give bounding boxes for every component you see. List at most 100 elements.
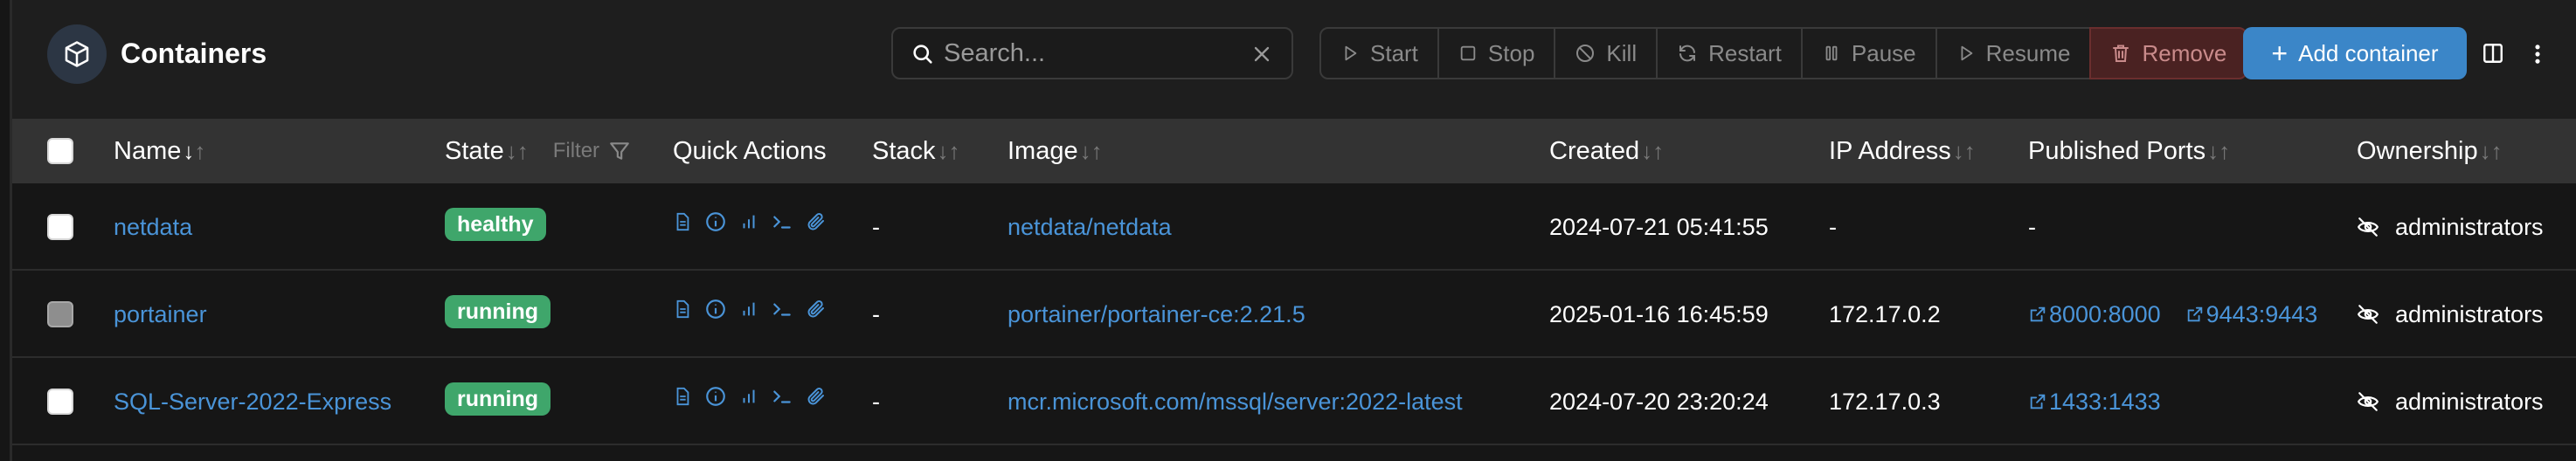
column-created-label: Created (1549, 137, 1640, 165)
column-created[interactable]: Created ↓↑ (1549, 134, 1664, 168)
image-link[interactable]: netdata/netdata (1008, 211, 1172, 243)
logs-icon[interactable] (673, 210, 692, 233)
resume-label: Resume (1985, 39, 2071, 66)
search-input[interactable] (944, 36, 1241, 71)
page-title: Containers (121, 38, 267, 69)
start-button[interactable]: Start (1319, 27, 1439, 79)
ip-value: - (1829, 214, 1837, 240)
column-quick-actions: Quick Actions (673, 134, 827, 168)
sort-icon[interactable]: ↓↑ (2480, 134, 2503, 168)
column-quick-actions-label: Quick Actions (673, 137, 827, 165)
ip-value: 172.17.0.3 (1829, 389, 1941, 415)
ownership-value: administrators (2357, 211, 2544, 243)
console-icon[interactable] (771, 298, 793, 320)
external-link-icon (2030, 394, 2046, 409)
remove-button[interactable]: Remove (2089, 27, 2248, 79)
state-filter[interactable]: Filter (553, 134, 631, 168)
table-row: netdata healthy - netdata/netdata 2024-0… (12, 183, 2576, 271)
console-icon[interactable] (771, 385, 793, 408)
kill-button[interactable]: Kill (1554, 27, 1658, 79)
stats-icon[interactable] (739, 385, 758, 408)
kill-label: Kill (1606, 39, 1638, 66)
pause-button[interactable]: Pause (1800, 27, 1937, 79)
pause-icon (1825, 45, 1838, 61)
status-badge: running (445, 382, 551, 416)
attach-icon[interactable] (806, 210, 827, 233)
created-value: 2025-01-16 16:45:59 (1549, 301, 1769, 327)
stats-icon[interactable] (739, 298, 758, 320)
sort-icon[interactable]: ↓↑ (2207, 134, 2230, 168)
image-link[interactable]: mcr.microsoft.com/mssql/server:2022-late… (1008, 386, 1463, 417)
filter-icon (610, 142, 629, 160)
image-link[interactable]: portainer/portainer-ce:2.21.5 (1008, 299, 1305, 330)
port-link[interactable]: 8000:8000 (2028, 299, 2161, 330)
attach-icon[interactable] (806, 298, 827, 320)
search-box (891, 27, 1293, 79)
sort-icon[interactable]: ↓↑ (938, 134, 960, 168)
sort-icon[interactable]: ↓↑ (1953, 134, 1976, 168)
more-options-icon[interactable] (2529, 42, 2546, 66)
resume-button[interactable]: Resume (1935, 27, 2092, 79)
inspect-icon[interactable] (704, 385, 727, 408)
play-icon (1345, 45, 1357, 61)
stop-button[interactable]: Stop (1437, 27, 1556, 79)
plus-icon: + (2271, 38, 2289, 69)
port-label: 8000:8000 (2049, 301, 2161, 327)
ownership-label: administrators (2395, 301, 2544, 327)
container-name-link[interactable]: netdata (114, 211, 192, 243)
port-link[interactable]: 1433:1433 (2028, 386, 2161, 417)
column-state[interactable]: State ↓↑ Filter (445, 134, 631, 168)
container-name-link[interactable]: SQL-Server-2022-Express (114, 386, 391, 417)
eye-off-icon (2357, 217, 2379, 237)
add-container-button[interactable]: + Add container (2243, 27, 2467, 79)
restart-button[interactable]: Restart (1656, 27, 1803, 79)
add-container-label: Add container (2298, 39, 2439, 66)
eye-off-icon (2357, 392, 2379, 411)
attach-icon[interactable] (806, 385, 827, 408)
column-ip-address[interactable]: IP Address ↓↑ (1829, 134, 1976, 168)
inspect-icon[interactable] (704, 210, 727, 233)
column-image[interactable]: Image ↓↑ (1008, 134, 1103, 168)
logs-icon[interactable] (673, 385, 692, 408)
row-checkbox-disabled (47, 301, 73, 327)
eye-off-icon (2357, 305, 2379, 324)
select-all-checkbox[interactable] (47, 138, 73, 164)
column-published-ports[interactable]: Published Ports ↓↑ (2028, 134, 2230, 168)
clear-search-icon[interactable] (1250, 42, 1274, 66)
column-ownership[interactable]: Ownership ↓↑ (2357, 134, 2503, 168)
ports-value: 1433:1433 (2028, 386, 2185, 419)
column-name[interactable]: Name ↓↑ (114, 134, 205, 168)
sort-desc-icon[interactable]: ↓↑ (183, 134, 205, 168)
port-link[interactable]: 9443:9443 (2185, 299, 2318, 330)
start-label: Start (1370, 39, 1418, 66)
row-checkbox[interactable] (47, 214, 73, 240)
sort-icon[interactable]: ↓↑ (1080, 134, 1103, 168)
stop-icon (1460, 45, 1476, 61)
stack-value: - (872, 214, 880, 240)
stats-icon[interactable] (739, 210, 758, 233)
table-row: portainer running - portainer/portainer-… (12, 271, 2576, 358)
refresh-icon (1679, 45, 1696, 62)
logs-icon[interactable] (673, 298, 692, 320)
ports-value: 8000:8000 9443:9443 (2028, 299, 2342, 332)
port-label: 9443:9443 (2206, 301, 2318, 327)
columns-layout-icon[interactable] (2482, 42, 2504, 65)
stack-value: - (872, 389, 880, 415)
column-name-label: Name (114, 137, 182, 165)
ip-value: 172.17.0.2 (1829, 301, 1941, 327)
inspect-icon[interactable] (704, 298, 727, 320)
cube-icon (65, 41, 89, 67)
pause-label: Pause (1851, 39, 1916, 66)
column-ownership-label: Ownership (2357, 137, 2478, 165)
container-name-link[interactable]: portainer (114, 299, 207, 330)
table-header: Name ↓↑ State ↓↑ Filter Quick Actions St… (12, 119, 2576, 183)
created-value: 2024-07-20 23:20:24 (1549, 389, 1769, 415)
console-icon[interactable] (771, 210, 793, 233)
sort-icon[interactable]: ↓↑ (1641, 134, 1664, 168)
state-filter-label: Filter (552, 139, 600, 162)
page-header: Containers Start Stop Kill (12, 0, 2576, 119)
column-stack[interactable]: Stack ↓↑ (872, 134, 960, 168)
row-checkbox[interactable] (47, 389, 73, 415)
status-badge: healthy (445, 208, 546, 241)
sort-icon[interactable]: ↓↑ (506, 134, 529, 168)
